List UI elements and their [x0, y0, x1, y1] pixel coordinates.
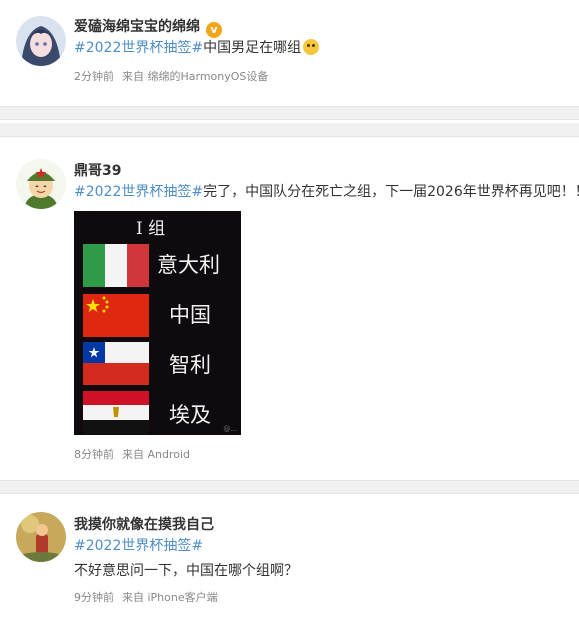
team-label: 意大利 [157, 253, 220, 277]
author-name[interactable]: 爱磕海绵宝宝的绵绵 v [74, 16, 222, 38]
team-label: 埃及 [169, 403, 211, 427]
post-source: 来自 Android [122, 448, 191, 461]
separator [0, 480, 579, 494]
china-flag [83, 294, 149, 337]
post-time[interactable]: 9分钟前 [74, 591, 114, 604]
post-text: #2022世界杯抽签#中国男足在哪组 [74, 38, 320, 58]
crying-face-icon [303, 39, 320, 55]
author-name-text[interactable]: 爱磕海绵宝宝的绵绵 [74, 19, 200, 35]
separator [0, 123, 579, 137]
team-label: 智利 [169, 353, 211, 377]
avatar[interactable] [16, 512, 66, 562]
team-label: 中国 [169, 303, 211, 327]
verified-badge-icon: v [206, 22, 222, 38]
chile-flag [83, 342, 149, 385]
italy-flag [83, 244, 149, 287]
post-time[interactable]: 8分钟前 [74, 448, 114, 461]
post-meta: 2分钟前 来自 绵绵的HarmonyOS设备 [74, 68, 268, 84]
avatar[interactable] [16, 159, 66, 209]
post-3: 我摸你就像在摸我自己 #2022世界杯抽签# 不好意思问一下，中国在哪个组啊？ … [0, 494, 579, 618]
post-source: 来自 iPhone客户端 [122, 591, 218, 604]
author-name[interactable]: 鼎哥39 [74, 160, 121, 180]
post-hashtag-line: #2022世界杯抽签# [74, 536, 203, 556]
post-meta: 9分钟前 来自 iPhone客户端 [74, 589, 218, 605]
post-source: 来自 绵绵的HarmonyOS设备 [122, 70, 269, 83]
hashtag-link[interactable]: #2022世界杯抽签# [74, 538, 203, 554]
author-name[interactable]: 我摸你就像在摸我自己 [74, 514, 214, 534]
post-body: 不好意思问一下，中国在哪个组啊？ [74, 563, 298, 579]
hashtag-link[interactable]: #2022世界杯抽签# [74, 40, 203, 56]
post-text: #2022世界杯抽签#完了，中国队分在死亡之组，下一届2026年世界杯再见吧！！ [74, 182, 579, 202]
post-image[interactable]: I 组 意大利 中国 智利 埃及 @... [74, 211, 241, 435]
avatar[interactable] [16, 16, 66, 66]
hashtag-link[interactable]: #2022世界杯抽签# [74, 184, 203, 200]
separator [0, 106, 579, 120]
post-1: 爱磕海绵宝宝的绵绵 v #2022世界杯抽签#中国男足在哪组 2分钟前 来自 绵绵的… [0, 0, 579, 106]
egypt-flag [83, 391, 149, 434]
post-body: 中国男足在哪组 [203, 40, 302, 56]
group-title: I 组 [136, 219, 166, 239]
post-body: 完了，中国队分在死亡之组，下一届2026年世界杯再见吧！！ [203, 184, 579, 200]
post-meta: 8分钟前 来自 Android [74, 446, 190, 462]
post-time[interactable]: 2分钟前 [74, 70, 114, 83]
image-watermark: @... [223, 425, 237, 433]
